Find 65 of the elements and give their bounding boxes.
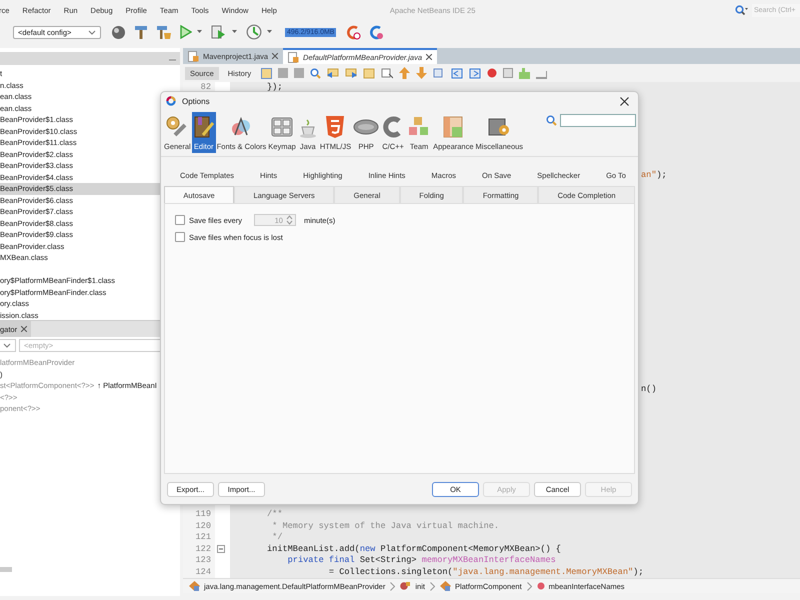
code-line: */ [271,532,282,544]
broom-icon[interactable] [156,24,172,40]
stop-icon[interactable] [503,68,514,78]
checkbox[interactable] [175,215,185,225]
shift-right-icon[interactable] [469,68,482,78]
code-line: initMBeanList.add(new PlatformComponent<MemoryMXBean>() { [266,544,561,555]
run-icon[interactable] [180,25,192,39]
line-number: 120 [194,520,211,532]
debug-icon[interactable] [211,24,227,40]
code-line: }); [266,82,282,94]
search-field[interactable] [560,114,636,127]
chevron-icon [390,582,396,590]
caret-icon [3,343,11,348]
chevron-icon [526,582,532,590]
book-pen-icon [192,115,215,139]
search-icon[interactable] [735,4,748,16]
line-number: 119 [194,509,211,520]
fold-icon[interactable] [216,545,224,554]
line-number: 124 [194,566,211,578]
close-icon[interactable] [620,96,629,106]
shield-icon [325,115,346,139]
chevron-icon [430,582,435,590]
code-line: an"); [641,170,667,181]
app-logo-icon [166,96,176,106]
scrollbar[interactable] [0,567,12,572]
globe-icon[interactable] [111,24,126,40]
caret-icon [88,30,96,34]
line-number: 123 [194,555,211,566]
code-line: n() [641,384,656,396]
dialog-title: Options [182,96,210,106]
window-layout-icon [442,115,464,139]
class-icon [189,581,200,591]
find-icon[interactable] [310,68,322,78]
line-number: 82 [200,82,211,94]
profile-icon[interactable] [246,24,262,40]
caret-icon[interactable] [197,30,202,34]
checkbox[interactable] [175,232,185,242]
method-icon [400,581,412,591]
code-line: private final Set<String> memoryMXBeanInterfaceNames [286,555,556,566]
caret-icon[interactable] [232,30,237,34]
gear-wrench-icon [165,115,190,139]
class-icon [440,581,451,591]
java-file-icon [188,50,199,62]
minimize-icon[interactable] [169,58,176,61]
selection-icon[interactable] [381,68,394,78]
hammer-icon[interactable] [134,24,148,40]
line-number: 121 [194,532,211,544]
find-next-icon[interactable] [345,68,358,78]
bookmark-previous-icon[interactable] [399,67,410,79]
caret-icon[interactable] [267,30,272,34]
close-icon[interactable] [21,326,28,332]
shift-left-icon[interactable] [451,68,464,78]
bookmark-next-icon[interactable] [416,67,428,79]
code-line: /** [266,509,282,520]
keyboard-icon [270,115,294,139]
record-icon[interactable] [487,68,498,78]
close-icon[interactable] [426,54,432,60]
line-number: 122 [194,544,211,555]
find-previous-icon[interactable] [327,68,340,78]
search-icon [546,115,557,126]
code-line: * Memory system of the Java virtual machine. [271,520,500,532]
java-file-icon [288,52,300,62]
code-line: = Collections.singleton("java.lang.management.MemoryMXBean"); [328,566,644,578]
member-dropdown[interactable] [0,339,16,352]
field-icon [536,582,545,590]
